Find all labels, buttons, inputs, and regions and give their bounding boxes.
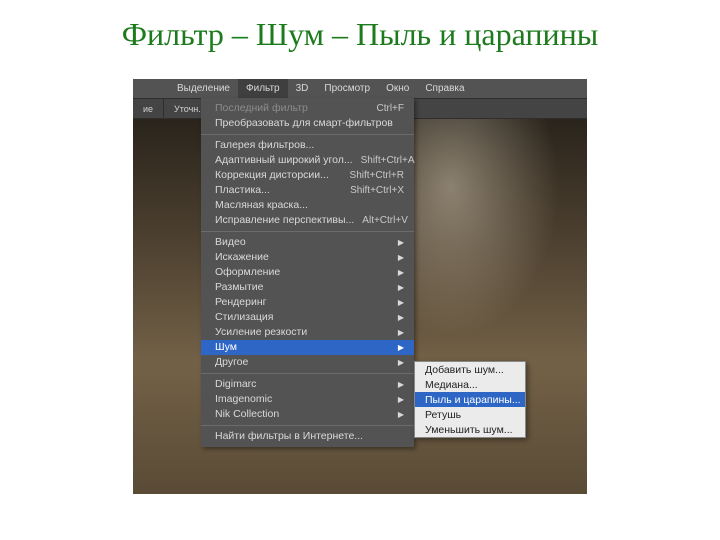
menu-item[interactable]: Видео ▶ xyxy=(201,235,414,250)
submenu-item[interactable]: Добавить шум... xyxy=(415,362,525,377)
photoshop-window: ВыделениеФильтр3DПросмотрОкноСправка ие … xyxy=(133,79,587,494)
submenu-item[interactable]: Ретушь xyxy=(415,407,525,422)
menu-item-label: Imagenomic xyxy=(215,392,272,407)
menu-item-label: Другое xyxy=(215,355,248,370)
menu-item[interactable]: Адаптивный широкий угол...Shift+Ctrl+A xyxy=(201,153,414,168)
menu-item-label: Найти фильтры в Интернете... xyxy=(215,429,363,444)
menu-item[interactable]: Рендеринг ▶ xyxy=(201,295,414,310)
menu-item[interactable]: Преобразовать для смарт-фильтров xyxy=(201,116,414,131)
menu-item-label: Размытие xyxy=(215,280,263,295)
menu-item[interactable]: Размытие ▶ xyxy=(201,280,414,295)
submenu-arrow-icon: ▶ xyxy=(398,377,404,392)
menu-item-label: Усиление резкости xyxy=(215,325,307,340)
submenu-item[interactable]: Уменьшить шум... xyxy=(415,422,525,437)
menu-item[interactable]: Шум ▶ xyxy=(201,340,414,355)
menu-item-shortcut: Alt+Ctrl+V xyxy=(354,213,408,228)
submenu-item[interactable]: Медиана... xyxy=(415,377,525,392)
menu-item-label: Digimarc xyxy=(215,377,256,392)
menu-item-label: Nik Collection xyxy=(215,407,279,422)
menu-item[interactable]: Пластика... Shift+Ctrl+X xyxy=(201,183,414,198)
submenu-arrow-icon: ▶ xyxy=(398,295,404,310)
menu-item-label: Последний фильтр xyxy=(215,101,308,116)
menu-item-label: Галерея фильтров... xyxy=(215,138,314,153)
submenu-arrow-icon: ▶ xyxy=(398,340,404,355)
submenu-arrow-icon: ▶ xyxy=(398,235,404,250)
menu-item-label: Адаптивный широкий угол... xyxy=(215,153,353,168)
menu-item-label: Шум xyxy=(215,340,237,355)
slide-title: Фильтр – Шум – Пыль и царапины xyxy=(0,0,720,65)
menubar-item-Фильтр[interactable]: Фильтр xyxy=(238,79,288,98)
menu-item: Последний фильтр Ctrl+F xyxy=(201,101,414,116)
menu-item-label: Исправление перспективы... xyxy=(215,213,354,228)
menu-item[interactable]: Nik Collection ▶ xyxy=(201,407,414,422)
menu-item[interactable]: Усиление резкости ▶ xyxy=(201,325,414,340)
menu-item[interactable]: Стилизация ▶ xyxy=(201,310,414,325)
submenu-arrow-icon: ▶ xyxy=(398,250,404,265)
menu-item[interactable]: Digimarc ▶ xyxy=(201,377,414,392)
menu-item-label: Коррекция дисторсии... xyxy=(215,168,329,183)
menu-item[interactable]: Масляная краска... xyxy=(201,198,414,213)
submenu-arrow-icon: ▶ xyxy=(398,280,404,295)
submenu-arrow-icon: ▶ xyxy=(398,325,404,340)
submenu-arrow-icon: ▶ xyxy=(398,407,404,422)
menu-item-label: Стилизация xyxy=(215,310,273,325)
submenu-arrow-icon: ▶ xyxy=(398,355,404,370)
menu-item-label: Пластика... xyxy=(215,183,270,198)
submenu-arrow-icon: ▶ xyxy=(398,265,404,280)
menu-item[interactable]: Исправление перспективы...Alt+Ctrl+V xyxy=(201,213,414,228)
menubar-item-3D[interactable]: 3D xyxy=(288,79,317,98)
menu-item-label: Искажение xyxy=(215,250,269,265)
menu-item[interactable]: Другое ▶ xyxy=(201,355,414,370)
toolstrip-seg-1: ие xyxy=(133,99,164,118)
menu-item[interactable]: Imagenomic ▶ xyxy=(201,392,414,407)
submenu-arrow-icon: ▶ xyxy=(398,392,404,407)
menu-item-shortcut: Shift+Ctrl+X xyxy=(342,183,404,198)
submenu-item[interactable]: Пыль и царапины... xyxy=(415,392,525,407)
menu-item[interactable]: Галерея фильтров... xyxy=(201,138,414,153)
noise-submenu: Добавить шум...Медиана...Пыль и царапины… xyxy=(414,361,526,438)
menu-item-label: Рендеринг xyxy=(215,295,266,310)
menu-item[interactable]: Найти фильтры в Интернете... xyxy=(201,429,414,444)
menu-item[interactable]: Искажение ▶ xyxy=(201,250,414,265)
menu-item-shortcut: Shift+Ctrl+A xyxy=(353,153,415,168)
filter-menu-dropdown: Последний фильтр Ctrl+FПреобразовать для … xyxy=(201,98,414,447)
menu-item-shortcut: Ctrl+F xyxy=(369,101,405,116)
menu-item-label: Преобразовать для смарт-фильтров xyxy=(215,116,393,131)
menubar-item-Окно[interactable]: Окно xyxy=(378,79,417,98)
menubar-item-Справка[interactable]: Справка xyxy=(417,79,472,98)
menu-item-label: Масляная краска... xyxy=(215,198,308,213)
menu-item-label: Видео xyxy=(215,235,246,250)
menu-item-label: Оформление xyxy=(215,265,280,280)
menu-item[interactable]: Коррекция дисторсии... Shift+Ctrl+R xyxy=(201,168,414,183)
menubar: ВыделениеФильтр3DПросмотрОкноСправка xyxy=(133,79,587,98)
menu-item[interactable]: Оформление ▶ xyxy=(201,265,414,280)
menu-item-shortcut: Shift+Ctrl+R xyxy=(342,168,404,183)
menubar-item-Выделение[interactable]: Выделение xyxy=(169,79,238,98)
menubar-item-Просмотр[interactable]: Просмотр xyxy=(316,79,378,98)
submenu-arrow-icon: ▶ xyxy=(398,310,404,325)
